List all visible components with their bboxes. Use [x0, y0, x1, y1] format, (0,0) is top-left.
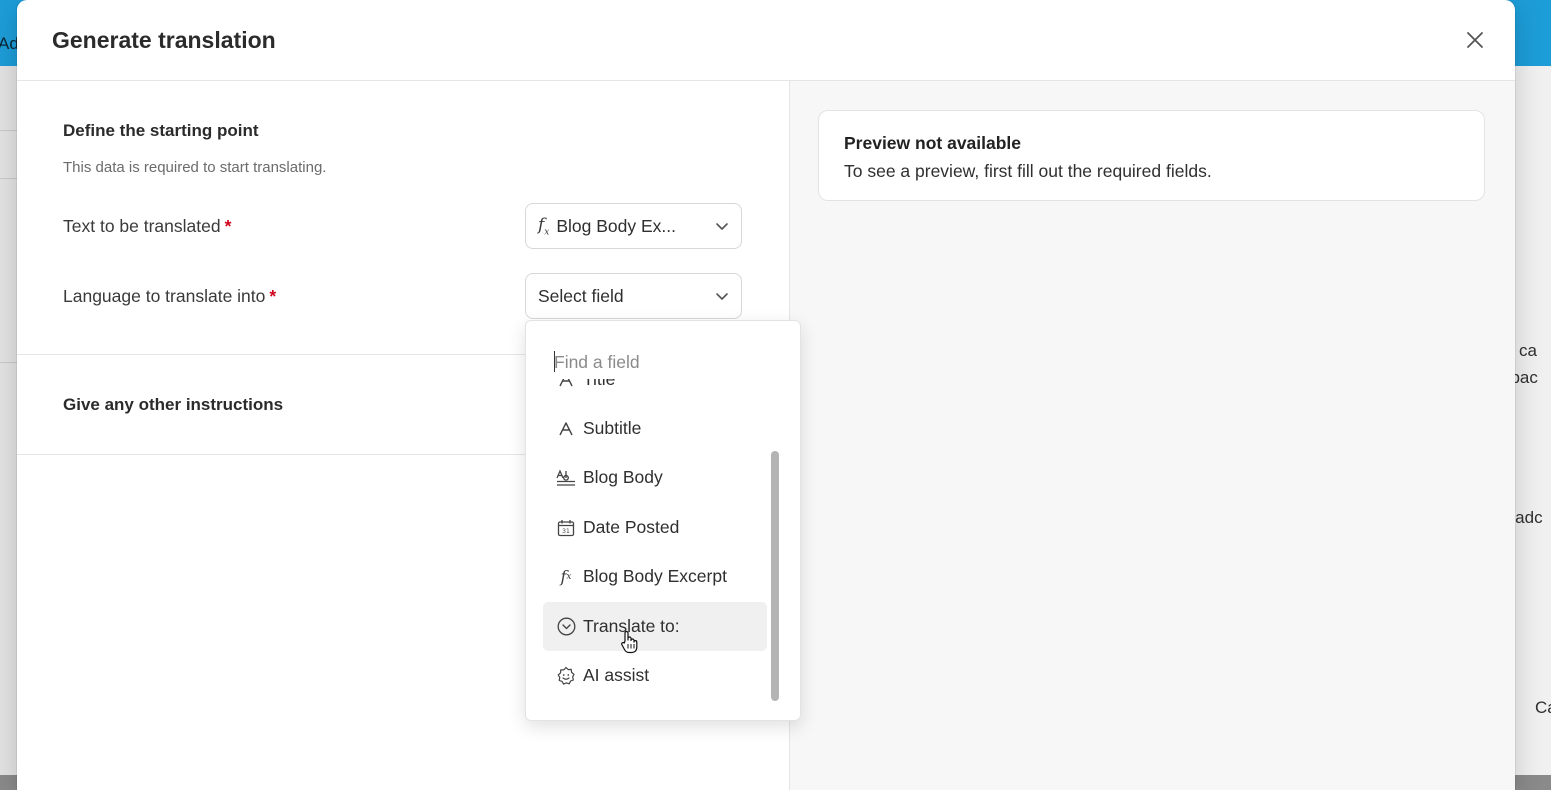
formula-icon: fx	[560, 567, 572, 586]
close-button[interactable]	[1465, 30, 1485, 50]
single-select-icon	[556, 617, 576, 637]
field-option-label: Blog Body	[583, 467, 663, 487]
field-option-label: AI assist	[583, 665, 650, 685]
long-text-icon	[556, 468, 576, 488]
find-field-input[interactable]	[554, 349, 774, 375]
starting-point-title: Define the starting point	[63, 121, 259, 140]
field-option-label: Date Posted	[583, 517, 680, 537]
field-option-ai-assist[interactable]: AI assist	[543, 651, 767, 700]
field-option-label: Subtitle	[583, 418, 642, 438]
chevron-down-icon	[716, 223, 728, 230]
dialog-header: Generate translation	[17, 0, 1515, 81]
field-option-blog-body-excerpt[interactable]: fx Blog Body Excerpt	[543, 552, 767, 601]
calendar-icon: 31	[556, 518, 576, 538]
target-language-select[interactable]: Select field	[525, 273, 742, 319]
chevron-down-icon	[716, 293, 728, 300]
close-icon	[1467, 32, 1483, 48]
preview-card: Preview not available To see a preview, …	[818, 110, 1485, 201]
required-marker: *	[269, 286, 277, 306]
text-to-translate-value: Blog Body Ex...	[556, 215, 677, 236]
text-to-translate-select[interactable]: fx Blog Body Ex...	[525, 203, 742, 249]
required-marker: *	[224, 216, 232, 236]
dialog-title: Generate translation	[52, 27, 276, 53]
instructions-section-toggle[interactable]: Give any other instructions	[63, 395, 283, 415]
text-to-translate-label-text: Text to be translated	[63, 216, 221, 236]
starting-point-subtitle: This data is required to start translati…	[63, 159, 327, 176]
field-option-date-posted[interactable]: 31 Date Posted	[543, 503, 767, 552]
target-language-label-text: Language to translate into	[63, 286, 266, 306]
formula-icon: fx	[538, 214, 550, 238]
field-option-title[interactable]: Title	[543, 379, 767, 404]
text-to-translate-label: Text to be translated *	[63, 216, 231, 237]
single-line-text-icon	[556, 419, 576, 439]
target-language-value: Select field	[538, 285, 624, 306]
dropdown-scrollbar[interactable]	[771, 451, 779, 701]
text-caret	[554, 351, 555, 372]
field-option-translate-to[interactable]: Translate to:	[543, 602, 767, 651]
field-options-list[interactable]: Title Subtitle Blog Body 31 Date Posted …	[526, 379, 800, 720]
field-option-label: Title	[583, 379, 616, 389]
field-dropdown: Title Subtitle Blog Body 31 Date Posted …	[525, 320, 801, 721]
preview-message: To see a preview, first fill out the req…	[844, 161, 1212, 181]
target-language-label: Language to translate into *	[63, 286, 276, 307]
field-option-subtitle[interactable]: Subtitle	[543, 404, 767, 453]
field-option-label: Blog Body Excerpt	[583, 566, 727, 586]
single-line-text-icon	[556, 379, 576, 390]
preview-pane: Preview not available To see a preview, …	[790, 81, 1515, 790]
field-option-blog-body[interactable]: Blog Body	[543, 453, 767, 502]
ai-assist-icon	[556, 666, 576, 686]
hand-cursor-icon	[621, 630, 638, 654]
preview-title: Preview not available	[844, 133, 1022, 153]
svg-text:31: 31	[562, 528, 570, 535]
